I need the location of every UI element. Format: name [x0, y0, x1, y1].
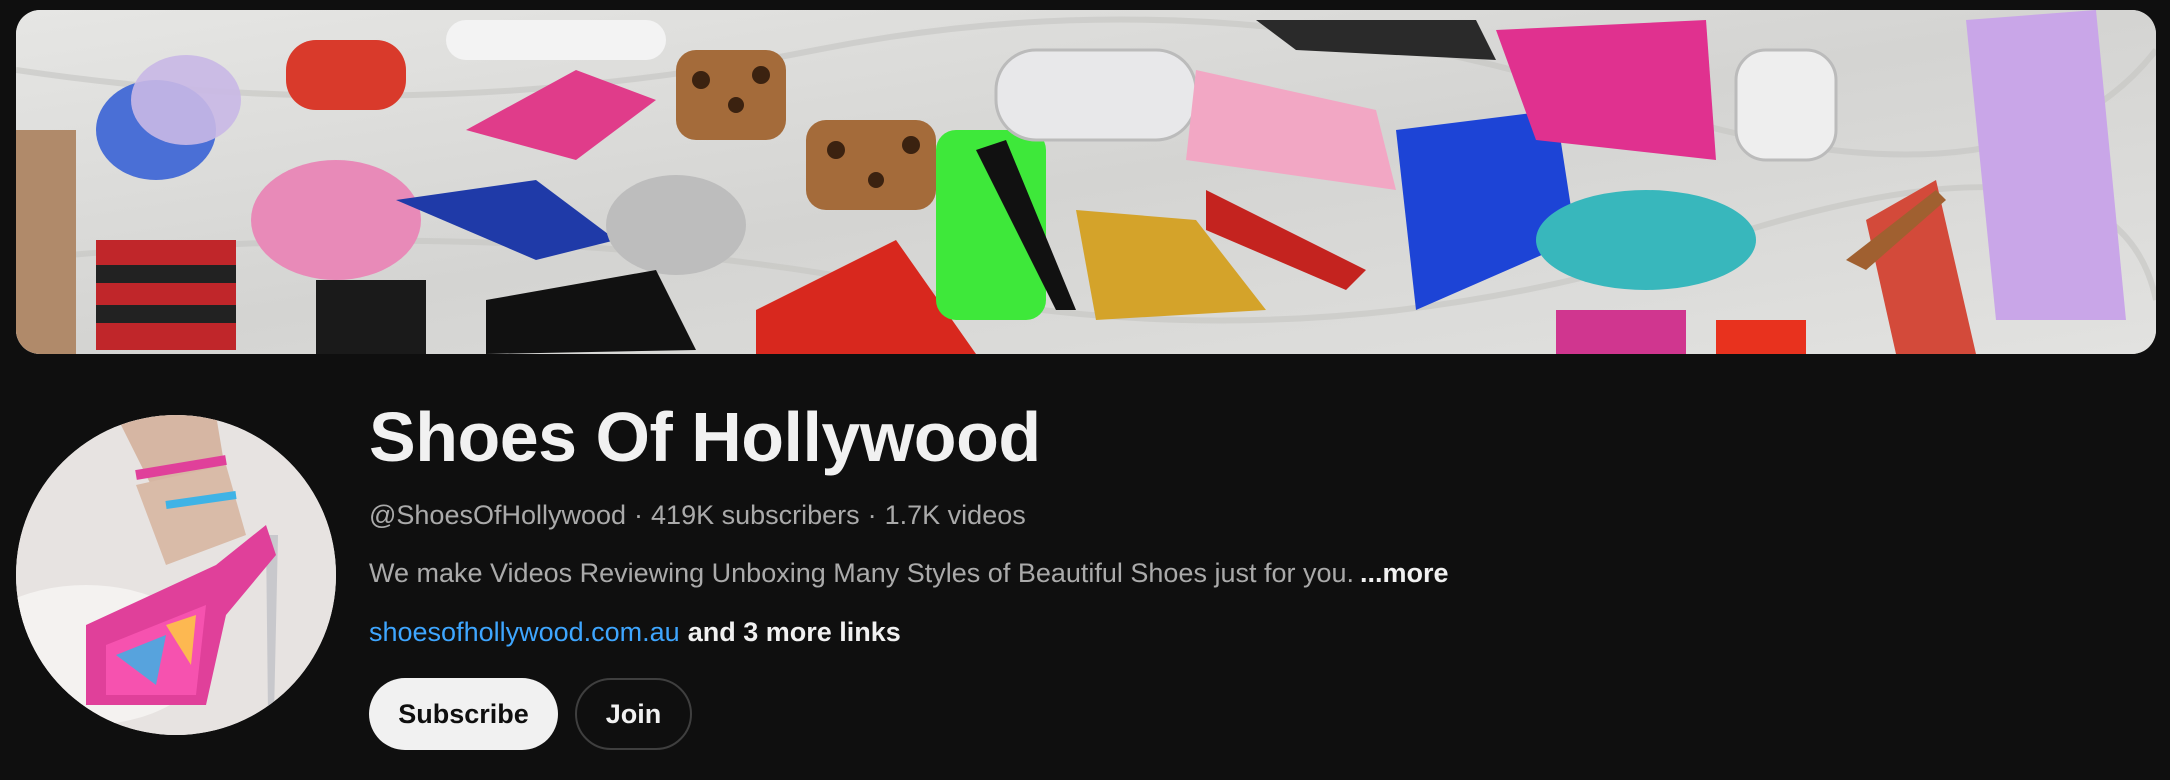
website-link[interactable]: shoesofhollywood.com.au	[369, 617, 680, 647]
subscriber-count: 419K subscribers	[651, 500, 860, 530]
subscribe-button[interactable]: Subscribe	[369, 678, 558, 750]
more-links-button[interactable]: and 3 more links	[688, 617, 901, 647]
meta-separator: ·	[867, 500, 877, 530]
description-more-button[interactable]: ...more	[1360, 558, 1449, 588]
channel-title: Shoes Of Hollywood	[369, 398, 1041, 476]
shoe-collage-image	[16, 10, 2156, 354]
channel-banner	[16, 10, 2156, 354]
channel-actions: Subscribe Join	[369, 678, 2129, 750]
channel-meta: @ShoesOfHollywood · 419K subscribers · 1.7K …	[369, 497, 2129, 533]
channel-description[interactable]: We make Videos Reviewing Unboxing Many S…	[369, 555, 2129, 591]
channel-info: Shoes Of Hollywood @ShoesOfHollywood · 419…	[369, 395, 2129, 750]
join-button[interactable]: Join	[575, 678, 692, 750]
platform-heel-avatar-image	[16, 415, 336, 735]
meta-separator: ·	[634, 500, 644, 530]
channel-handle: @ShoesOfHollywood	[369, 500, 627, 530]
channel-avatar[interactable]	[16, 415, 336, 735]
description-text: We make Videos Reviewing Unboxing Many S…	[369, 558, 1355, 588]
channel-links: shoesofhollywood.com.au and 3 more links	[369, 614, 2129, 650]
video-count: 1.7K videos	[884, 500, 1026, 530]
